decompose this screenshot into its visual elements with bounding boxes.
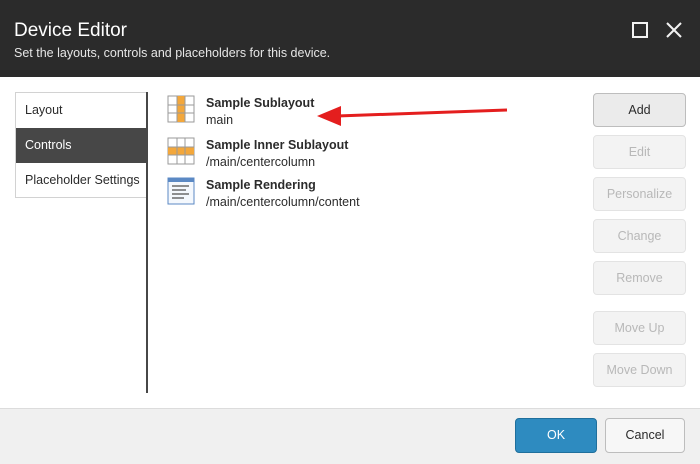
control-path: /main/centercolumn/content — [206, 195, 360, 209]
change-button[interactable]: Change — [593, 219, 686, 253]
sublayout-icon — [167, 137, 195, 165]
maximize-button[interactable] — [630, 20, 650, 40]
dialog-title: Device Editor — [14, 20, 127, 41]
ok-button[interactable]: OK — [515, 418, 597, 453]
close-icon — [666, 22, 682, 38]
control-name: Sample Rendering — [206, 178, 316, 192]
remove-button[interactable]: Remove — [593, 261, 686, 295]
dialog-footer: OK Cancel — [0, 408, 700, 464]
control-name: Sample Sublayout — [206, 96, 315, 110]
edit-button[interactable]: Edit — [593, 135, 686, 169]
dialog-subtitle: Set the layouts, controls and placeholde… — [14, 46, 331, 60]
maximize-icon — [632, 22, 648, 38]
controls-list: Sample Sublayout main Sample Inner Subla… — [160, 92, 580, 392]
control-name: Sample Inner Sublayout — [206, 138, 349, 152]
annotation-arrow-icon — [317, 106, 508, 126]
personalize-button[interactable]: Personalize — [593, 177, 686, 211]
sidebar-tabs: Layout Controls Placeholder Settings — [15, 92, 147, 198]
tab-controls[interactable]: Controls — [16, 128, 146, 163]
close-button[interactable] — [664, 20, 684, 40]
cancel-button[interactable]: Cancel — [605, 418, 685, 453]
sublayout-icon — [167, 95, 195, 123]
control-path: /main/centercolumn — [206, 155, 316, 169]
tab-placeholder-settings[interactable]: Placeholder Settings — [16, 163, 146, 198]
add-button[interactable]: Add — [593, 93, 686, 127]
dialog-header: Device Editor Set the layouts, controls … — [0, 0, 700, 77]
control-path: main — [206, 113, 234, 127]
tab-layout[interactable]: Layout — [16, 93, 146, 128]
move-up-button[interactable]: Move Up — [593, 311, 686, 345]
move-down-button[interactable]: Move Down — [593, 353, 686, 387]
sidebar-divider — [146, 92, 148, 393]
list-item[interactable]: Sample Rendering /main/centercolumn/cont… — [160, 174, 580, 214]
list-item[interactable]: Sample Inner Sublayout /main/centercolum… — [160, 134, 580, 174]
rendering-icon — [167, 177, 195, 205]
